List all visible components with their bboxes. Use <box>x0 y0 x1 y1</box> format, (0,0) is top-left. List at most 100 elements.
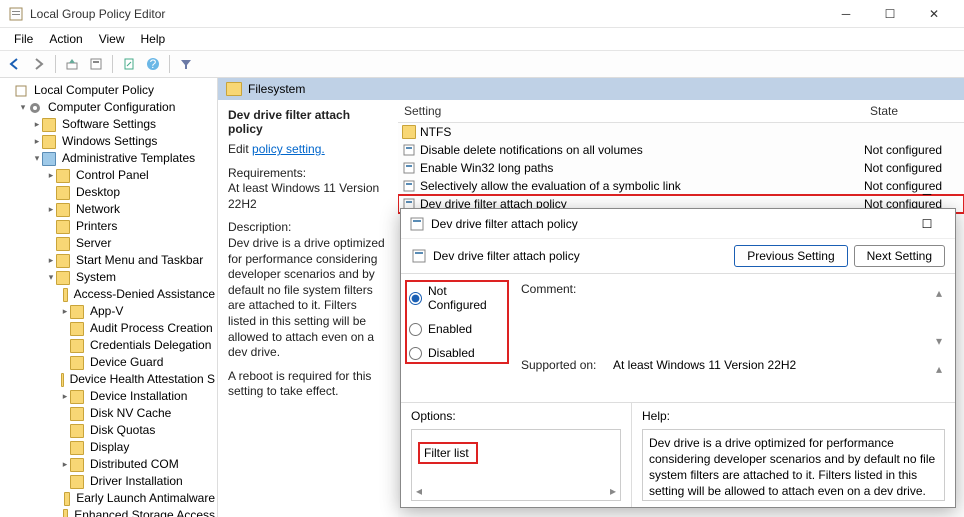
filter-button[interactable] <box>175 53 197 75</box>
folder-icon <box>70 407 84 421</box>
detail-title: Dev drive filter attach policy <box>228 108 387 136</box>
chevron-right-icon[interactable]: ▸ <box>46 167 56 184</box>
folder-icon <box>63 509 68 517</box>
tree-item[interactable]: Server <box>46 235 217 252</box>
tree-item[interactable]: Device Health Attestation S <box>60 371 217 388</box>
tree-item[interactable]: Device Guard <box>60 354 217 371</box>
tree-view[interactable]: Local Computer Policy ▾Computer Configur… <box>0 78 218 517</box>
list-row[interactable]: NTFS <box>398 123 964 141</box>
list-row[interactable]: Selectively allow the evaluation of a sy… <box>398 177 964 195</box>
folder-icon <box>402 125 416 139</box>
minimize-button[interactable]: ─ <box>824 0 868 28</box>
chevron-down-icon[interactable]: ▾ <box>46 269 56 286</box>
folder-icon <box>70 475 84 489</box>
chevron-down-icon[interactable]: ▾ <box>18 99 28 116</box>
dialog-minimize-button[interactable]: ─ <box>907 179 947 209</box>
list-row[interactable]: Disable delete notifications on all volu… <box>398 141 964 159</box>
close-button[interactable]: ✕ <box>912 0 956 28</box>
tree-item[interactable]: Printers <box>46 218 217 235</box>
folder-icon <box>42 118 56 132</box>
scroll-down-icon[interactable]: ▾ <box>936 334 942 348</box>
folder-icon <box>56 186 70 200</box>
menu-action[interactable]: Action <box>41 30 90 48</box>
folder-icon <box>64 492 71 506</box>
tree-item[interactable]: Disk NV Cache <box>60 405 217 422</box>
dialog-titlebar: Dev drive filter attach policy ─ ☐ ✕ <box>401 209 955 239</box>
col-setting[interactable]: Setting <box>398 100 864 122</box>
chevron-right-icon[interactable]: ▸ <box>60 388 70 405</box>
chevron-right-icon[interactable]: ▸ <box>60 456 70 473</box>
edit-policy-link[interactable]: policy setting. <box>252 142 325 156</box>
folder-icon <box>70 424 84 438</box>
options-label: Options: <box>411 409 621 423</box>
chevron-right-icon[interactable]: ▸ <box>32 133 42 150</box>
supported-label: Supported on: <box>521 358 603 372</box>
tree-admin-templates[interactable]: ▾Administrative Templates <box>32 150 217 167</box>
export-button[interactable] <box>118 53 140 75</box>
scroll-up-icon[interactable]: ▴ <box>936 362 942 376</box>
tree-item[interactable]: ▸App-V <box>60 303 217 320</box>
tree-item[interactable]: ▸Control Panel <box>46 167 217 184</box>
folder-icon <box>70 322 84 336</box>
folder-icon <box>56 220 70 234</box>
toolbar: ? <box>0 50 964 78</box>
tree-item[interactable]: Enhanced Storage Access <box>60 507 217 517</box>
list-row[interactable]: Enable Win32 long pathsNot configured <box>398 159 964 177</box>
tree-item[interactable]: Audit Process Creation <box>60 320 217 337</box>
chevron-right-icon[interactable]: ▸ <box>46 201 56 218</box>
breadcrumb: Filesystem <box>218 78 964 100</box>
tree-item[interactable]: Driver Installation <box>60 473 217 490</box>
maximize-button[interactable]: ☐ <box>868 0 912 28</box>
menu-file[interactable]: File <box>6 30 41 48</box>
up-button[interactable] <box>61 53 83 75</box>
folder-icon <box>70 458 84 472</box>
folder-icon <box>56 271 70 285</box>
tree-item[interactable]: ▸Distributed COM <box>60 456 217 473</box>
col-state[interactable]: State <box>864 100 964 122</box>
help-button[interactable]: ? <box>142 53 164 75</box>
tree-root[interactable]: Local Computer Policy <box>4 82 217 99</box>
filter-list-label: Filter list <box>418 442 478 464</box>
tree-windows-settings[interactable]: ▸Windows Settings <box>32 133 217 150</box>
scroll-right-icon[interactable]: ▸ <box>610 484 616 498</box>
next-setting-button[interactable]: Next Setting <box>854 245 945 267</box>
forward-button[interactable] <box>28 53 50 75</box>
radio-not-configured[interactable]: Not Configured <box>409 284 503 312</box>
folder-icon <box>70 390 84 404</box>
scroll-up-icon[interactable]: ▴ <box>936 286 942 300</box>
tree-item[interactable]: Access-Denied Assistance <box>60 286 217 303</box>
tree-item[interactable]: Early Launch Antimalware <box>60 490 217 507</box>
radio-enabled[interactable]: Enabled <box>409 322 503 336</box>
chevron-right-icon[interactable]: ▸ <box>32 116 42 133</box>
tree-computer-config[interactable]: ▾Computer Configuration <box>18 99 217 116</box>
previous-setting-button[interactable]: Previous Setting <box>734 245 847 267</box>
folder-icon <box>70 356 84 370</box>
tree-item[interactable]: Credentials Delegation <box>60 337 217 354</box>
tree-item[interactable]: ▾System <box>46 269 217 286</box>
tree-software-settings[interactable]: ▸Software Settings <box>32 116 217 133</box>
properties-button[interactable] <box>85 53 107 75</box>
supported-value: At least Windows 11 Version 22H2 <box>613 358 923 372</box>
tree-item[interactable]: ▸Network <box>46 201 217 218</box>
chevron-right-icon[interactable]: ▸ <box>60 303 70 320</box>
comment-label: Comment: <box>521 282 603 296</box>
breadcrumb-label: Filesystem <box>248 82 305 96</box>
chevron-down-icon[interactable]: ▾ <box>32 150 42 167</box>
policy-dialog: Dev drive filter attach policy ─ ☐ ✕ Dev… <box>400 208 956 508</box>
tree-item[interactable]: ▸Device Installation <box>60 388 217 405</box>
tree-item[interactable]: Disk Quotas <box>60 422 217 439</box>
tree-item[interactable]: ▸Start Menu and Taskbar <box>46 252 217 269</box>
comment-field[interactable] <box>613 282 923 328</box>
tree-item[interactable]: Display <box>60 439 217 456</box>
chevron-right-icon[interactable]: ▸ <box>46 252 56 269</box>
scroll-left-icon[interactable]: ◂ <box>416 484 422 498</box>
folder-icon <box>56 254 70 268</box>
radio-disabled[interactable]: Disabled <box>409 346 503 360</box>
menu-help[interactable]: Help <box>133 30 174 48</box>
tree-item[interactable]: Desktop <box>46 184 217 201</box>
folder-icon <box>56 169 70 183</box>
menu-view[interactable]: View <box>91 30 133 48</box>
back-button[interactable] <box>4 53 26 75</box>
dialog-subtitle: Dev drive filter attach policy <box>433 249 734 263</box>
dialog-maximize-button[interactable]: ☐ <box>907 209 947 239</box>
